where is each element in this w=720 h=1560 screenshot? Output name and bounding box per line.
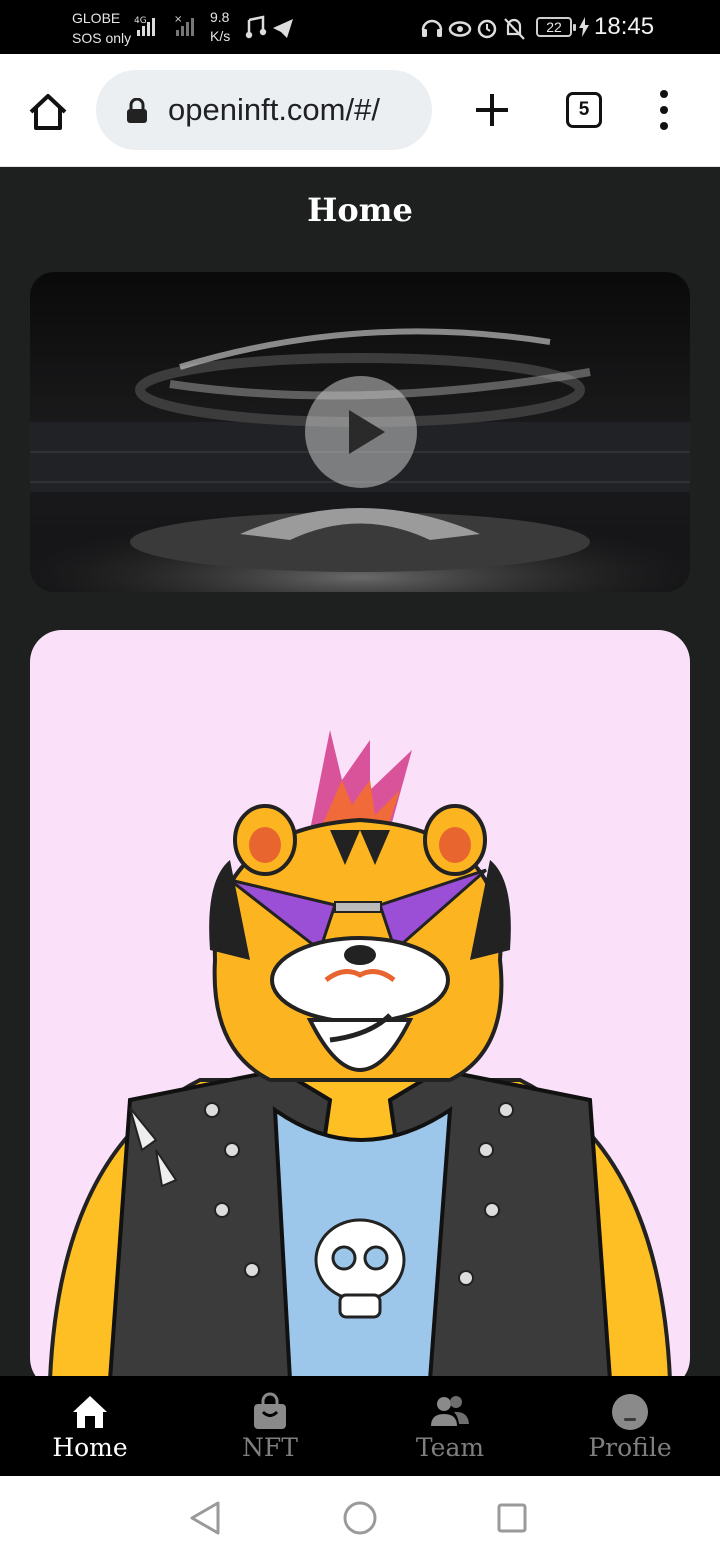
new-tab-icon[interactable] [472,90,512,130]
team-icon [431,1396,469,1426]
nav-label-team: Team [415,1433,485,1462]
eye-comfort-icon [448,21,472,37]
network-speed-unit: K/s [210,28,231,44]
browser-toolbar: openinft.com/#/ 5 [0,54,720,167]
nav-item-nft[interactable]: NFT [180,1376,360,1476]
alarm-icon [477,19,497,39]
back-icon[interactable] [188,1500,222,1536]
play-button[interactable] [305,376,417,488]
system-nav-bar [0,1476,720,1560]
page-title: Home [307,191,413,229]
home-icon [73,1396,107,1428]
mute-bell-icon [504,18,525,40]
status-bar: GLOBE SOS only 4G × 9.8 K/s 22 18:45 [0,0,720,54]
tab-switcher-button[interactable]: 5 [566,92,602,128]
notification-icons [245,15,293,39]
signal-strength-icon: 4G × [134,14,194,36]
clock: 18:45 [594,13,655,40]
nav-item-team[interactable]: Team [360,1376,540,1476]
music-note-icon [245,15,267,39]
url-text[interactable]: openinft.com/#/ [168,92,380,128]
more-menu-icon[interactable] [648,88,680,132]
nav-item-home[interactable]: Home [0,1376,180,1476]
nav-label-nft: NFT [242,1433,298,1462]
svg-text:×: × [174,14,182,25]
network-speed: 9.8 K/s [210,8,230,46]
carrier-status: SOS only [72,30,132,46]
lock-icon [127,98,147,123]
nft-tiger-artwork [47,730,673,1382]
system-status-icons [421,18,525,40]
nav-label-profile: Profile [588,1433,672,1462]
browser-home-icon[interactable] [26,90,70,134]
bottom-nav: Home NFT Team Profile [0,1376,720,1476]
nav-item-profile[interactable]: Profile [540,1376,720,1476]
network-type: 4G [134,16,147,26]
nft-card[interactable] [30,630,690,1390]
video-banner[interactable] [30,272,690,592]
telegram-icon [273,19,293,38]
recent-apps-icon[interactable] [497,1503,527,1533]
address-bar[interactable]: openinft.com/#/ [96,70,432,150]
profile-icon [612,1394,648,1430]
system-home-icon[interactable] [343,1501,377,1535]
network-speed-value: 9.8 [210,9,230,25]
carrier-info: GLOBE SOS only [72,8,131,48]
nav-label-home: Home [52,1433,128,1462]
headphones-icon [421,19,443,37]
charging-icon [579,17,589,37]
battery-icon: 22 [536,17,576,37]
play-icon [349,410,385,454]
shopping-bag-icon [254,1392,286,1429]
carrier-name: GLOBE [72,10,121,26]
